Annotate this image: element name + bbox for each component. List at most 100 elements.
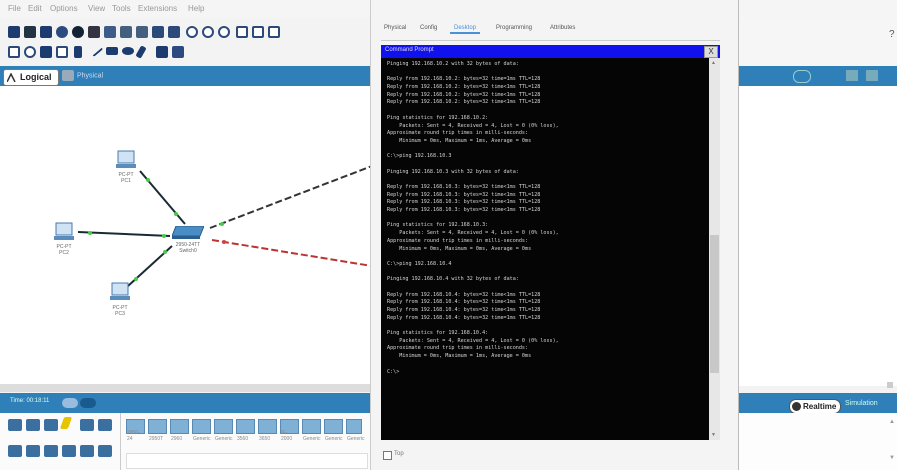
logical-canvas[interactable]: PC-PT PC1 PC-PT PC2 PC-PT PC3 2950-24TT Swit… <box>0 86 372 390</box>
tab-physical[interactable]: Physical <box>62 70 103 81</box>
resize-icon[interactable] <box>56 46 68 58</box>
switch-model-3-label: 2960 <box>171 436 183 442</box>
freeform-icon[interactable] <box>135 45 147 59</box>
terminal-line: Approximate round trip times in milli-se… <box>387 345 529 352</box>
print-icon[interactable] <box>56 26 68 38</box>
tab-desktop[interactable]: Desktop <box>450 24 481 34</box>
menu-view[interactable]: View <box>88 4 105 13</box>
open-folder-icon[interactable] <box>24 26 36 38</box>
pc2-name: PC2 <box>59 250 69 256</box>
switch-model-4[interactable]: Generic <box>192 419 211 442</box>
save-icon[interactable] <box>40 26 52 38</box>
copy-icon[interactable] <box>120 26 132 38</box>
terminal-line: C:\>ping 192.168.10.3 <box>387 153 452 160</box>
rectangle-icon[interactable] <box>106 47 118 55</box>
zoom-icon[interactable] <box>866 70 878 81</box>
info-icon[interactable] <box>72 26 84 38</box>
scroll-up-icon[interactable]: ▲ <box>889 419 895 425</box>
terminal-line: Reply from 192.168.10.3: bytes=32 time<1… <box>387 191 541 198</box>
terminal-line: Pinging 192.168.10.4 with 32 bytes of da… <box>387 276 519 283</box>
tab-config[interactable]: Config <box>416 24 441 32</box>
switch-model-7[interactable]: 3650 <box>258 419 277 442</box>
power-cycle-icon[interactable] <box>62 398 78 408</box>
close-icon[interactable]: X <box>704 46 718 58</box>
tab-attributes[interactable]: Attributes <box>546 24 579 32</box>
link-switch-remote-2[interactable] <box>211 239 372 267</box>
switch-model-3[interactable]: 2960 <box>170 419 189 442</box>
help-icon[interactable]: ? <box>889 29 895 40</box>
realtime-mode-button[interactable]: Realtime <box>789 399 841 414</box>
link-switch-remote-1[interactable] <box>209 165 372 229</box>
viewport-icon[interactable] <box>793 70 811 83</box>
menu-tools[interactable]: Tools <box>112 4 131 13</box>
command-prompt-terminal[interactable]: Pinging 192.168.10.2 with 32 bytes of da… <box>381 58 709 440</box>
network-devices-icon[interactable] <box>8 419 22 431</box>
switch-model-10[interactable]: Generic <box>324 419 343 442</box>
terminal-line: C:\> <box>387 368 400 375</box>
terminal-scroll-thumb[interactable] <box>710 235 719 373</box>
paste-icon[interactable] <box>136 26 148 38</box>
terminal-line: Ping statistics for 192.168.10.3: <box>387 222 489 229</box>
ellipse-icon[interactable] <box>122 47 134 55</box>
draw-icon[interactable] <box>88 26 100 38</box>
zoom-in-icon[interactable] <box>186 26 198 38</box>
custom-device-icon[interactable] <box>252 26 264 38</box>
fast-forward-icon[interactable] <box>80 398 96 408</box>
end-devices-icon[interactable] <box>26 419 40 431</box>
multiuser-icon[interactable] <box>98 419 112 431</box>
palette-icon[interactable] <box>236 26 248 38</box>
network-info-icon[interactable] <box>104 26 116 38</box>
physical-label: Physical <box>77 72 104 80</box>
select-icon[interactable] <box>8 46 20 58</box>
switch-model-6[interactable]: 3560 <box>236 419 255 442</box>
wireless-icon[interactable] <box>62 445 76 457</box>
simulation-mode-button[interactable]: Simulation <box>845 400 878 407</box>
connections-icon[interactable] <box>59 417 73 429</box>
menu-help[interactable]: Help <box>188 4 204 13</box>
logical-canvas-right[interactable] <box>737 86 897 388</box>
wan-emulation-icon[interactable] <box>98 445 112 457</box>
tab-logical[interactable]: Logical <box>3 69 59 86</box>
cluster-icon[interactable] <box>268 26 280 38</box>
complex-pdu-icon[interactable] <box>172 46 184 58</box>
switch-model-1[interactable]: 2950-24 <box>126 419 145 442</box>
delete-icon[interactable] <box>40 46 52 58</box>
canvas-horizontal-scrollbar[interactable] <box>0 384 372 392</box>
new-file-icon[interactable] <box>8 26 20 38</box>
hubs-icon[interactable] <box>44 445 58 457</box>
switch-model-2[interactable]: 2950T <box>148 419 167 442</box>
misc-icon[interactable] <box>80 419 94 431</box>
inspect-icon[interactable] <box>24 46 36 58</box>
components-icon[interactable] <box>44 419 58 431</box>
menu-edit[interactable]: Edit <box>28 4 42 13</box>
tab-programming[interactable]: Programming <box>492 24 536 32</box>
main-toolbar <box>0 18 370 42</box>
menu-extensions[interactable]: Extensions <box>138 4 177 13</box>
switch-model-9[interactable]: Generic <box>302 419 321 442</box>
scroll-down-arrow-icon[interactable]: ▼ <box>711 432 716 438</box>
top-checkbox[interactable] <box>383 451 392 460</box>
scroll-down-icon[interactable]: ▼ <box>889 455 895 461</box>
scroll-up-arrow-icon[interactable]: ▲ <box>711 60 716 66</box>
routers-icon[interactable] <box>8 445 22 457</box>
pc-icon <box>110 282 130 300</box>
environment-icon[interactable] <box>846 70 858 81</box>
menu-file[interactable]: File <box>8 4 21 13</box>
switch-model-11[interactable]: Generic <box>346 419 365 442</box>
undo-icon[interactable] <box>152 26 164 38</box>
add-pdu-icon[interactable] <box>156 46 168 58</box>
note-icon[interactable] <box>74 46 82 58</box>
redo-icon[interactable] <box>168 26 180 38</box>
switch-model-5[interactable]: Generic <box>214 419 233 442</box>
menu-options[interactable]: Options <box>50 4 78 13</box>
switches-icon[interactable] <box>26 445 40 457</box>
terminal-line: Packets: Sent = 4, Received = 4, Lost = … <box>387 230 559 237</box>
switch-model-8[interactable]: IE-2000 <box>280 419 299 442</box>
zoom-reset-icon[interactable] <box>202 26 214 38</box>
zoom-out-icon[interactable] <box>218 26 230 38</box>
tab-physical-device[interactable]: Physical <box>380 24 410 32</box>
line-icon[interactable] <box>88 43 104 57</box>
security-icon[interactable] <box>80 445 94 457</box>
pc3-device[interactable] <box>110 282 130 307</box>
